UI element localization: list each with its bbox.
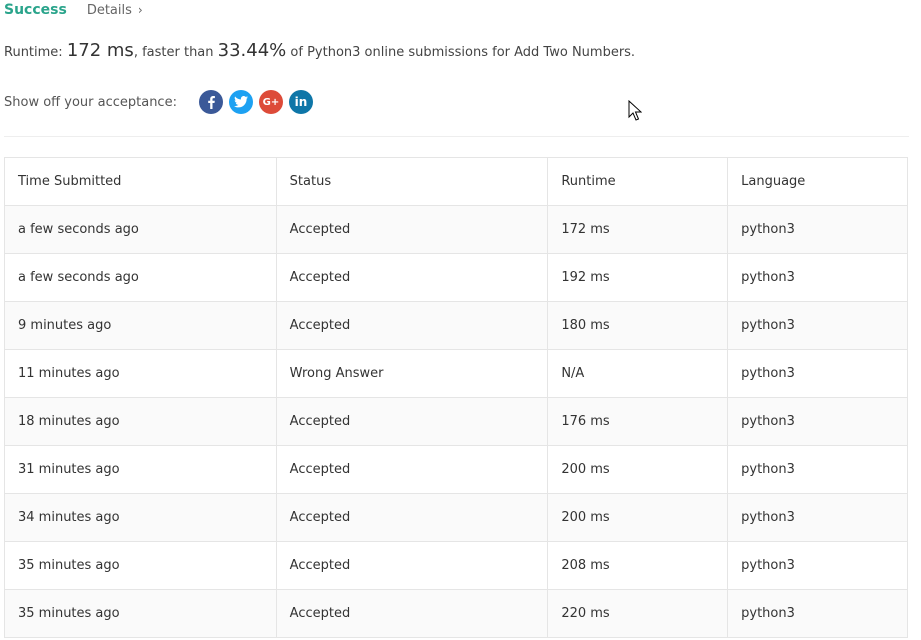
status-link[interactable]: Accepted [275, 541, 549, 590]
table-row: a few seconds ago Accepted 192 ms python… [4, 253, 908, 302]
share-row: Show off your acceptance: G+ in [4, 90, 319, 114]
language-cell: python3 [727, 205, 908, 254]
mouse-cursor-icon [628, 100, 642, 121]
language-cell: python3 [727, 493, 908, 542]
runtime-cell: 192 ms [547, 253, 729, 302]
status-link[interactable]: Accepted [275, 493, 549, 542]
status-link[interactable]: Accepted [275, 253, 549, 302]
runtime-cell: 180 ms [547, 301, 729, 350]
column-header-language[interactable]: Language [727, 157, 908, 206]
table-row: 18 minutes ago Accepted 176 ms python3 [4, 397, 908, 446]
google-plus-share-button[interactable]: G+ [258, 90, 283, 114]
runtime-cell: 176 ms [547, 397, 729, 446]
facebook-share-button[interactable] [198, 90, 223, 114]
chevron-right-icon: › [137, 3, 143, 17]
runtime-cell: 208 ms [547, 541, 729, 590]
status-link[interactable]: Accepted [275, 397, 549, 446]
facebook-icon [208, 96, 215, 109]
runtime-middle: , faster than [133, 45, 218, 60]
language-cell: python3 [727, 397, 908, 446]
runtime-value: 172 ms [66, 40, 134, 61]
time-cell: 18 minutes ago [4, 397, 277, 446]
time-cell: 11 minutes ago [4, 349, 277, 398]
table-row: 31 minutes ago Accepted 200 ms python3 [4, 445, 908, 494]
time-cell: a few seconds ago [4, 253, 277, 302]
language-cell: python3 [727, 589, 908, 638]
time-cell: 34 minutes ago [4, 493, 277, 542]
details-link[interactable]: Details › [87, 3, 143, 18]
google-plus-icon: G+ [262, 96, 280, 108]
divider [4, 136, 909, 137]
table-row: 9 minutes ago Accepted 180 ms python3 [4, 301, 908, 350]
status-link[interactable]: Wrong Answer [275, 349, 549, 398]
share-label: Show off your acceptance: [4, 94, 177, 110]
column-header-status[interactable]: Status [275, 157, 549, 206]
time-cell: a few seconds ago [4, 205, 277, 254]
language-cell: python3 [727, 253, 908, 302]
runtime-cell: 200 ms [547, 493, 729, 542]
column-header-time[interactable]: Time Submitted [4, 157, 277, 206]
language-cell: python3 [727, 301, 908, 350]
time-cell: 9 minutes ago [4, 301, 277, 350]
runtime-summary: Runtime: 172 ms , faster than 33.44% of … [4, 40, 635, 64]
twitter-icon [233, 96, 248, 108]
runtime-cell: 200 ms [547, 445, 729, 494]
table-row: 35 minutes ago Accepted 220 ms python3 [4, 589, 908, 638]
time-cell: 31 minutes ago [4, 445, 277, 494]
table-header-row: Time Submitted Status Runtime Language [4, 157, 908, 206]
table-row: a few seconds ago Accepted 172 ms python… [4, 205, 908, 254]
time-cell: 35 minutes ago [4, 589, 277, 638]
language-cell: python3 [727, 349, 908, 398]
runtime-cell: 220 ms [547, 589, 729, 638]
table-row: 34 minutes ago Accepted 200 ms python3 [4, 493, 908, 542]
language-cell: python3 [727, 541, 908, 590]
runtime-cell: 172 ms [547, 205, 729, 254]
table-row: 35 minutes ago Accepted 208 ms python3 [4, 541, 908, 590]
status-link[interactable]: Accepted [275, 589, 549, 638]
time-cell: 35 minutes ago [4, 541, 277, 590]
submissions-table: Time Submitted Status Runtime Language a… [4, 157, 908, 638]
status-link[interactable]: Accepted [275, 445, 549, 494]
language-cell: python3 [727, 445, 908, 494]
runtime-suffix: of Python3 online submissions for Add Tw… [286, 45, 636, 60]
column-header-runtime[interactable]: Runtime [547, 157, 729, 206]
table-row: 11 minutes ago Wrong Answer N/A python3 [4, 349, 908, 398]
runtime-cell: N/A [547, 349, 729, 398]
linkedin-share-button[interactable]: in [288, 90, 313, 114]
result-header: Success Details › [4, 0, 143, 20]
linkedin-icon: in [294, 95, 308, 109]
success-tab[interactable]: Success [4, 2, 67, 18]
details-label: Details [86, 2, 132, 18]
status-link[interactable]: Accepted [275, 205, 549, 254]
twitter-share-button[interactable] [228, 90, 253, 114]
runtime-prefix: Runtime: [4, 45, 67, 60]
status-link[interactable]: Accepted [275, 301, 549, 350]
runtime-percent: 33.44% [217, 40, 287, 61]
